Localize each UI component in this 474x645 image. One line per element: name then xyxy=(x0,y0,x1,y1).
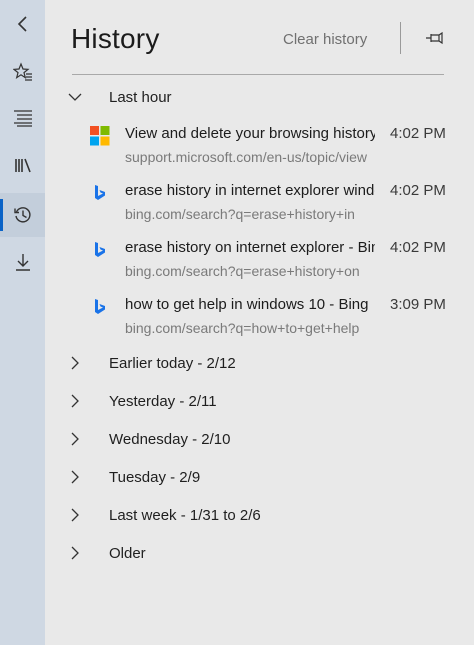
microsoft-logo-icon xyxy=(90,126,110,146)
group-wednesday[interactable]: Wednesday - 2/10 xyxy=(67,426,230,452)
favorites-icon xyxy=(12,62,32,81)
history-item-url: support.microsoft.com/en-us/topic/view xyxy=(125,149,367,165)
history-item-url: bing.com/search?q=how+to+get+help xyxy=(125,320,360,336)
history-item-title: how to get help in windows 10 - Bing xyxy=(125,296,369,313)
bing-logo-icon xyxy=(90,297,110,317)
reading-list-button[interactable] xyxy=(0,96,45,140)
bing-logo-icon xyxy=(90,240,110,260)
history-item-time: 4:02 PM xyxy=(390,125,446,142)
history-button[interactable] xyxy=(0,193,45,237)
downloads-button[interactable] xyxy=(0,240,45,284)
group-label: Wednesday - 2/10 xyxy=(109,430,231,448)
group-label: Last week - 1/31 to 2/6 xyxy=(109,506,261,524)
header-divider xyxy=(400,22,401,54)
header-separator xyxy=(72,74,444,75)
history-icon xyxy=(13,207,31,223)
books-button[interactable] xyxy=(0,143,45,187)
history-item-title: erase history in internet explorer windo… xyxy=(125,182,375,199)
group-label: Last hour xyxy=(109,88,172,106)
group-last-hour[interactable]: Last hour xyxy=(67,84,172,110)
group-label: Yesterday - 2/11 xyxy=(109,392,217,410)
history-item-url: bing.com/search?q=erase+history+on xyxy=(125,263,360,279)
panel-title: History xyxy=(71,23,160,54)
history-item[interactable]: erase history in internet explorer windo… xyxy=(90,177,450,227)
bing-logo-icon xyxy=(90,183,110,203)
hub-rail xyxy=(0,0,45,645)
group-label: Earlier today - 2/12 xyxy=(109,354,236,372)
group-label: Tuesday - 2/9 xyxy=(109,468,201,486)
chevron-right-icon xyxy=(71,508,79,522)
chevron-right-icon xyxy=(71,394,79,408)
history-item-time: 4:02 PM xyxy=(390,182,446,199)
history-item[interactable]: View and delete your browsing history su… xyxy=(90,120,450,170)
group-label: Older xyxy=(109,544,146,562)
back-icon xyxy=(17,16,27,32)
back-button[interactable] xyxy=(0,2,45,46)
history-item[interactable]: how to get help in windows 10 - Bing bin… xyxy=(90,291,450,341)
favorites-button[interactable] xyxy=(0,50,45,94)
downloads-icon xyxy=(15,254,30,271)
reading-list-icon xyxy=(13,110,32,127)
books-icon xyxy=(14,158,31,173)
group-earlier-today[interactable]: Earlier today - 2/12 xyxy=(67,350,236,376)
history-item-time: 4:02 PM xyxy=(390,239,446,256)
group-tuesday[interactable]: Tuesday - 2/9 xyxy=(67,464,200,490)
group-last-week[interactable]: Last week - 1/31 to 2/6 xyxy=(67,502,261,528)
group-older[interactable]: Older xyxy=(67,540,146,566)
history-item-title: erase history on internet explorer - Bin… xyxy=(125,239,375,256)
chevron-right-icon xyxy=(71,356,79,370)
history-item-title: View and delete your browsing history xyxy=(125,125,375,142)
chevron-right-icon xyxy=(71,470,79,484)
chevron-right-icon xyxy=(71,546,79,560)
pin-icon xyxy=(426,31,443,45)
group-yesterday[interactable]: Yesterday - 2/11 xyxy=(67,388,217,414)
clear-history-button[interactable]: Clear history xyxy=(283,31,367,48)
chevron-down-icon xyxy=(68,93,82,101)
history-item-url: bing.com/search?q=erase+history+in xyxy=(125,206,355,222)
pin-button[interactable] xyxy=(423,27,447,49)
history-item-time: 3:09 PM xyxy=(390,296,446,313)
chevron-right-icon xyxy=(71,432,79,446)
history-item[interactable]: erase history on internet explorer - Bin… xyxy=(90,234,450,284)
history-panel: History Clear history Last hour View and… xyxy=(45,0,474,645)
